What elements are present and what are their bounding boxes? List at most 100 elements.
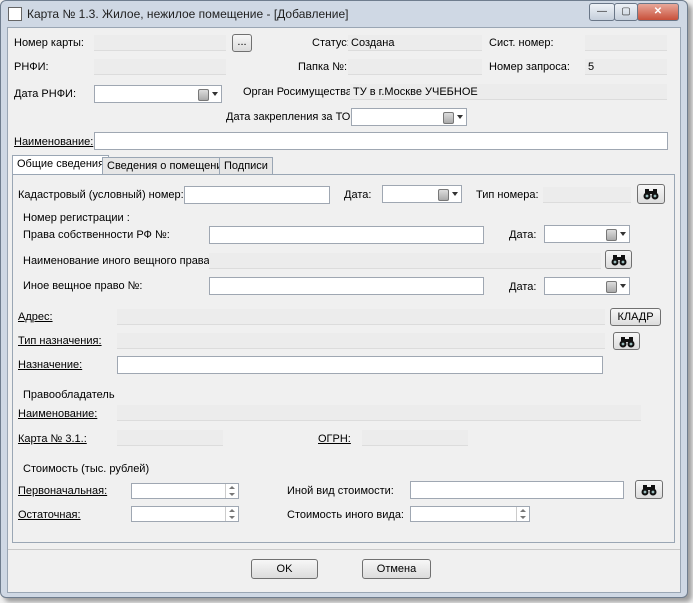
folder-label: Папка №:	[298, 61, 348, 73]
name-label: Наименование:	[14, 136, 94, 148]
sys-number-label: Сист. номер:	[489, 37, 554, 49]
binoculars-icon	[619, 337, 635, 348]
cadastral-label: Кадастровый (условный) номер:	[18, 189, 184, 201]
purpose-type-field	[117, 333, 605, 349]
card31-field	[117, 430, 223, 446]
calendar-icon[interactable]	[443, 112, 454, 124]
other-cost-stepper[interactable]	[410, 506, 530, 522]
holder-name-field	[117, 405, 641, 421]
request-number-field: 5	[585, 59, 667, 75]
rnfi-field	[94, 59, 226, 75]
ogrn-label: ОГРН:	[318, 433, 351, 445]
rf-rights-date-label: Дата:	[509, 229, 537, 241]
purpose-type-search-button[interactable]	[613, 332, 640, 350]
rf-rights-input[interactable]	[209, 226, 484, 244]
status-field: Создана	[348, 35, 482, 51]
minimize-button[interactable]: —	[589, 3, 615, 21]
purpose-type-label: Тип назначения:	[18, 335, 102, 347]
other-cost-label: Стоимость иного вида:	[287, 509, 404, 521]
calendar-icon[interactable]	[438, 189, 449, 201]
assign-date-picker[interactable]	[351, 108, 467, 126]
maximize-button[interactable]: ▢	[614, 3, 638, 21]
chevron-down-icon[interactable]	[229, 493, 235, 496]
calendar-icon[interactable]	[606, 229, 617, 241]
ogrn-field	[362, 430, 468, 446]
initial-cost-label: Первоначальная:	[18, 485, 108, 497]
binoculars-icon	[643, 189, 659, 200]
cadastral-input[interactable]	[184, 186, 330, 204]
chevron-down-icon[interactable]	[620, 232, 626, 236]
holder-label: Правообладатель	[23, 389, 115, 401]
other-right-name-field	[209, 253, 601, 269]
window-title: Карта № 1.3. Жилое, нежилое помещение - …	[27, 7, 349, 21]
organ-field: ТУ в г.Москве УЧЕБНОЕ	[350, 84, 667, 100]
rnfi-date-label: Дата РНФИ:	[14, 88, 77, 100]
binoculars-icon	[611, 255, 627, 266]
chevron-down-icon[interactable]	[620, 284, 626, 288]
rnfi-label: РНФИ:	[14, 61, 49, 73]
card-number-field	[94, 35, 226, 51]
folder-field	[348, 59, 482, 75]
number-type-field	[543, 187, 631, 203]
binoculars-icon	[641, 485, 657, 496]
calendar-icon[interactable]	[606, 281, 617, 293]
card-number-label: Номер карты:	[14, 37, 84, 49]
status-label: Статус:	[312, 37, 350, 49]
residual-cost-label: Остаточная:	[18, 509, 81, 521]
calendar-icon[interactable]	[198, 89, 209, 101]
rf-rights-label: Права собственности РФ №:	[23, 229, 170, 241]
rnfi-date-picker[interactable]	[94, 85, 222, 103]
holder-name-label: Наименование:	[18, 408, 98, 420]
chevron-down-icon[interactable]	[212, 92, 218, 96]
other-cost-type-label: Иной вид стоимости:	[287, 485, 394, 497]
dialog-client-area: Номер карты: ... Статус: Создана Сист. н…	[7, 27, 681, 593]
organ-label: Орган Росимущества:	[243, 86, 355, 98]
tab-premises[interactable]: Сведения о помещении	[102, 157, 234, 175]
cadastral-date-label: Дата:	[344, 189, 372, 201]
tab-general[interactable]: Общие сведения	[12, 155, 110, 176]
rf-rights-date-picker[interactable]	[544, 225, 630, 243]
cancel-button[interactable]: Отмена	[362, 559, 431, 579]
purpose-input[interactable]	[117, 356, 603, 374]
other-cost-type-input[interactable]	[410, 481, 624, 499]
other-right-input[interactable]	[209, 277, 484, 295]
footer-divider	[8, 549, 680, 550]
chevron-down-icon[interactable]	[520, 516, 526, 519]
title-bar[interactable]: Карта № 1.3. Жилое, нежилое помещение - …	[1, 1, 687, 27]
chevron-up-icon[interactable]	[229, 509, 235, 512]
ok-button[interactable]: OK	[251, 559, 318, 579]
card-number-browse-button[interactable]: ...	[232, 34, 252, 52]
address-label: Адрес:	[18, 311, 53, 323]
residual-cost-stepper[interactable]	[131, 506, 239, 522]
assign-date-label: Дата закрепления за ТО:	[226, 111, 354, 123]
initial-cost-stepper[interactable]	[131, 483, 239, 499]
card31-label: Карта № 3.1.:	[18, 433, 87, 445]
tab-signatures[interactable]: Подписи	[219, 157, 273, 175]
other-cost-search-button[interactable]	[635, 480, 663, 499]
cost-label: Стоимость (тыс. рублей)	[23, 463, 150, 475]
dialog-window: Карта № 1.3. Жилое, нежилое помещение - …	[0, 0, 688, 598]
request-number-label: Номер запроса:	[489, 61, 570, 73]
app-icon	[8, 7, 22, 21]
chevron-up-icon[interactable]	[520, 509, 526, 512]
number-type-search-button[interactable]	[637, 184, 665, 204]
chevron-up-icon[interactable]	[229, 486, 235, 489]
kladr-button[interactable]: КЛАДР	[610, 308, 661, 326]
chevron-down-icon[interactable]	[229, 516, 235, 519]
sys-number-field	[585, 35, 667, 51]
close-button[interactable]: ✕	[637, 3, 679, 21]
reg-number-label: Номер регистрации :	[23, 212, 130, 224]
chevron-down-icon[interactable]	[452, 192, 458, 196]
address-field	[117, 309, 605, 325]
name-input[interactable]	[94, 132, 668, 150]
chevron-down-icon[interactable]	[457, 115, 463, 119]
general-tab-panel: Кадастровый (условный) номер: Дата: Тип …	[12, 174, 675, 543]
number-type-label: Тип номера:	[476, 189, 539, 201]
other-right-name-label: Наименование иного вещного права:	[23, 255, 213, 267]
other-right-date-label: Дата:	[509, 281, 537, 293]
cadastral-date-picker[interactable]	[382, 185, 462, 203]
purpose-label: Назначение:	[18, 359, 83, 371]
other-right-label: Иное вещное право №:	[23, 280, 143, 292]
other-right-date-picker[interactable]	[544, 277, 630, 295]
other-right-search-button[interactable]	[605, 250, 632, 269]
